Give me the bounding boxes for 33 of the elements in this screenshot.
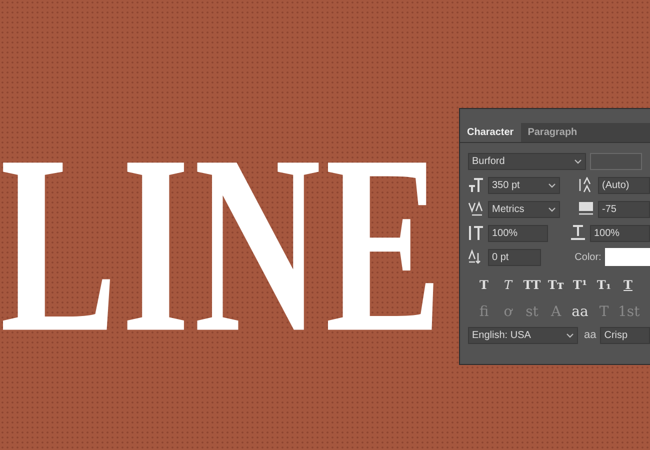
caret-icon	[574, 158, 582, 164]
type-style-button[interactable]: T¹	[570, 278, 590, 292]
tracking-field[interactable]: -75	[598, 200, 650, 218]
canvas-text: LINE	[0, 118, 446, 374]
type-style-button[interactable]: T₁	[594, 278, 614, 292]
type-style-button[interactable]: TT	[522, 278, 542, 292]
type-style-button[interactable]: Tт	[546, 278, 566, 292]
vertical-scale-field[interactable]: 100%	[488, 224, 548, 242]
kerning-dropdown[interactable]: Metrics	[488, 200, 560, 218]
horizontal-scale-field[interactable]: 100%	[590, 224, 650, 242]
leading-field[interactable]: (Auto)	[598, 176, 650, 194]
antialias-dropdown[interactable]: Crisp	[600, 326, 650, 344]
kerning-icon	[468, 201, 484, 217]
color-swatch[interactable]	[605, 248, 650, 266]
panel-tab[interactable]: Character	[460, 123, 521, 142]
type-style-button[interactable]: T	[474, 278, 494, 292]
caret-icon	[548, 182, 556, 188]
antialias-label: aa	[584, 329, 596, 341]
type-style-button[interactable]: T	[618, 278, 638, 292]
panel-tab[interactable]: Paragraph	[520, 123, 584, 142]
type-style-button[interactable]: T	[498, 278, 518, 292]
horizontal-scale-icon	[570, 225, 586, 241]
tracking-icon	[578, 201, 594, 217]
baseline-shift-field[interactable]: 0 pt	[488, 248, 541, 266]
opentype-button[interactable]: aa	[570, 304, 590, 320]
font-size-dropdown[interactable]: 350 pt	[488, 176, 560, 194]
language-dropdown[interactable]: English: USA	[468, 326, 578, 344]
font-family-dropdown[interactable]: Burford	[468, 152, 586, 170]
vertical-scale-icon	[468, 225, 484, 241]
caret-icon	[548, 206, 556, 212]
font-size-icon	[468, 177, 484, 193]
caret-icon	[566, 332, 574, 338]
color-label: Color:	[574, 252, 602, 262]
